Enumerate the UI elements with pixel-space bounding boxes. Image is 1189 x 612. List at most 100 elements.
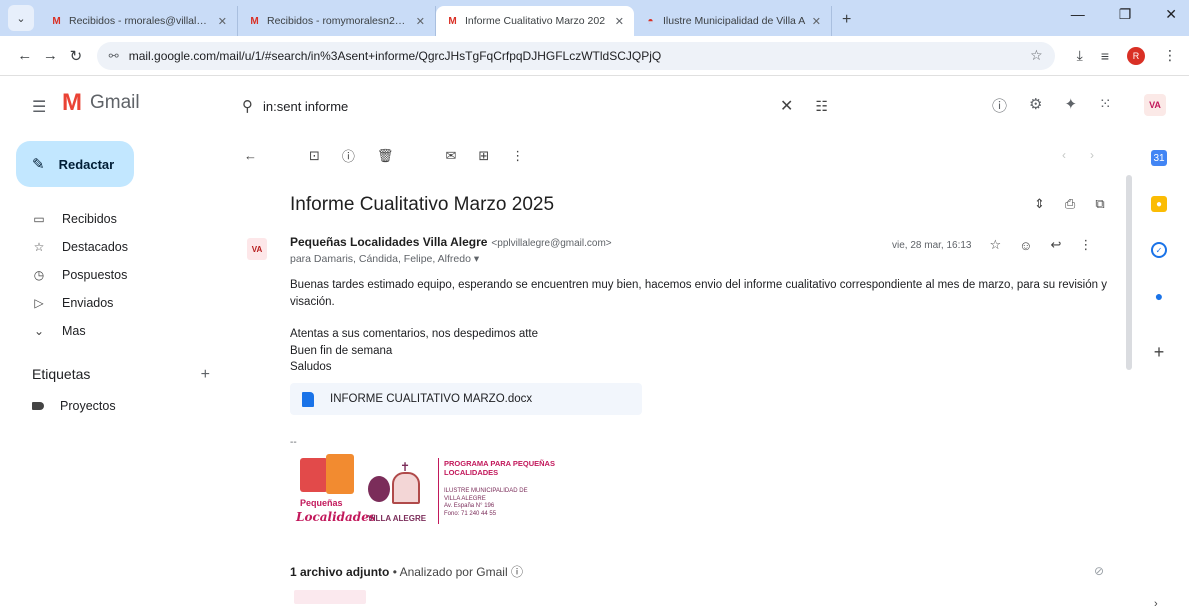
tab-title: Recibidos - rmorales@villalegre <box>69 15 212 27</box>
labels-heading: Etiquetas + <box>32 366 210 384</box>
star-icon[interactable]: ☆ <box>990 237 1002 253</box>
browser-tab[interactable]: ◓ Ilustre Municipalidad de Villa A ✕ <box>634 6 832 36</box>
main-menu-icon[interactable]: ☰ <box>32 97 46 117</box>
browser-tab-active[interactable]: M Informe Cualitativo Marzo 202 ✕ <box>436 6 634 36</box>
sidebar-item-starred[interactable]: ☆ Destacados <box>0 233 220 261</box>
collapse-icon[interactable]: ⇕ <box>1034 196 1045 212</box>
mark-unread-icon[interactable]: ✉ <box>445 148 456 164</box>
download-icon[interactable]: ⤓ <box>1077 47 1083 64</box>
url-text: mail.google.com/mail/u/1/#search/in%3Ase… <box>128 48 662 63</box>
site-icon: ◓ <box>647 15 654 27</box>
sidebar-item-label-proyectos[interactable]: Proyectos <box>32 399 116 413</box>
browser-tab[interactable]: M Recibidos - romymoralesn25@ ✕ <box>238 6 436 36</box>
subject-actions: ⇕ ⎙ ⧉ <box>1034 196 1105 212</box>
sender-name[interactable]: Pequeñas Localidades Villa Alegre <box>290 235 487 249</box>
body-paragraph: Buen fin de semana <box>290 344 393 357</box>
site-info-icon[interactable]: ⚯ <box>109 49 119 63</box>
more-actions-icon[interactable]: ⋮ <box>511 148 524 164</box>
cross-icon: ✝ <box>400 460 411 474</box>
label-name: Proyectos <box>60 399 116 413</box>
logo-text: Localidades <box>296 510 376 524</box>
back-to-list-icon[interactable]: ← <box>244 148 257 163</box>
maximize-icon[interactable]: ❐ <box>1119 6 1132 23</box>
account-avatar[interactable]: VA <box>1144 94 1166 116</box>
reload-icon[interactable]: ↻ <box>63 47 89 65</box>
bookmark-star-icon[interactable]: ☆ <box>1030 47 1043 64</box>
program-title-line: PROGRAMA PARA PEQUEÑAS <box>444 459 555 468</box>
media-icon[interactable]: ≡ <box>1101 48 1109 64</box>
attachments-count: 1 archivo adjunto <box>290 565 390 579</box>
close-window-icon[interactable]: ✕ <box>1165 6 1177 23</box>
apps-grid-icon[interactable]: ⁙ <box>1099 95 1112 116</box>
help-icon[interactable]: ⓘ <box>992 95 1007 116</box>
tab-search-button[interactable]: ⌄ <box>8 5 34 31</box>
browser-tab[interactable]: M Recibidos - rmorales@villalegre ✕ <box>40 6 238 36</box>
browser-menu-icon[interactable]: ⋮ <box>1163 47 1177 64</box>
expand-panel-icon[interactable]: › <box>1154 598 1158 610</box>
signature-separator: -- <box>290 437 297 448</box>
search-bar[interactable]: ⚲ in:sent informe ✕ ☷ <box>228 87 842 125</box>
profile-avatar[interactable]: R <box>1127 46 1146 65</box>
sidebar-item-label: Pospuestos <box>62 268 128 282</box>
message-toolbar: ← ⊡ ⓘ 🗑 ✉ ⊞ ⋮ <box>244 146 524 165</box>
forward-icon[interactable]: → <box>38 47 64 64</box>
add-addon-icon[interactable]: + <box>1151 342 1167 362</box>
compose-button[interactable]: ✎ Redactar <box>16 141 134 187</box>
logo-text: Pequeñas <box>300 498 343 508</box>
recipients-dropdown[interactable]: para Damaris, Cándida, Felipe, Alfredo ▾ <box>290 253 479 265</box>
close-icon[interactable]: ✕ <box>218 15 227 28</box>
more-options-icon[interactable]: ⋮ <box>1079 237 1092 253</box>
back-icon[interactable]: ← <box>12 47 38 64</box>
close-icon[interactable]: ✕ <box>615 15 624 28</box>
settings-gear-icon[interactable]: ⚙ <box>1029 95 1042 116</box>
next-icon[interactable]: › <box>1090 148 1094 162</box>
report-spam-icon[interactable]: ⓘ <box>342 146 355 165</box>
previous-icon[interactable]: ‹ <box>1062 148 1066 162</box>
tasks-icon[interactable]: ✓ <box>1151 242 1167 258</box>
attachment-thumbnail[interactable] <box>294 590 366 604</box>
gemini-sparkle-icon[interactable]: ✦ <box>1064 95 1077 116</box>
address-bar[interactable]: ⚯ mail.google.com/mail/u/1/#search/in%3A… <box>96 41 1055 70</box>
add-label-icon[interactable]: + <box>201 366 210 384</box>
minimize-icon[interactable]: — <box>1071 6 1085 23</box>
clock-icon: ◷ <box>33 268 45 282</box>
message-subject: Informe Cualitativo Marzo 2025 <box>290 194 555 215</box>
sidebar-item-snoozed[interactable]: ◷ Pospuestos <box>0 261 220 289</box>
pencil-icon: ✎ <box>32 156 45 173</box>
archive-icon[interactable]: ⊡ <box>309 148 320 164</box>
gmail-logo[interactable]: M Gmail <box>62 91 140 115</box>
scan-note[interactable]: • Analizado por Gmail ⓘ <box>393 565 523 579</box>
close-icon[interactable]: ✕ <box>416 15 425 28</box>
search-options-icon[interactable]: ☷ <box>815 98 828 115</box>
calendar-icon[interactable]: 31 <box>1151 150 1167 166</box>
sender-email: <pplvillalegre@gmail.com> <box>491 238 612 249</box>
tab-title: Recibidos - romymoralesn25@ <box>267 15 410 27</box>
print-icon[interactable]: ⎙ <box>1065 196 1075 212</box>
program-title-line: LOCALIDADES <box>444 468 499 477</box>
new-tab-button[interactable]: + <box>842 11 851 29</box>
contacts-icon[interactable]: ● <box>1151 288 1167 304</box>
pagination: ‹ › <box>1062 148 1094 162</box>
sidebar-item-inbox[interactable]: ▭ Recibidos <box>0 205 220 233</box>
gmail-icon: M <box>448 15 457 27</box>
delete-icon[interactable]: 🗑 <box>377 148 394 164</box>
open-new-window-icon[interactable]: ⧉ <box>1095 196 1104 212</box>
keep-icon[interactable]: ● <box>1151 196 1167 212</box>
sidebar-item-more[interactable]: ⌄ Mas <box>0 317 220 345</box>
search-input[interactable]: in:sent informe <box>263 99 780 114</box>
chevron-down-icon: ⌄ <box>33 324 45 338</box>
close-icon[interactable]: ✕ <box>812 15 821 28</box>
emoji-react-icon[interactable]: ☺ <box>1019 238 1032 253</box>
move-to-icon[interactable]: ⊞ <box>478 148 489 164</box>
labels-title: Etiquetas <box>32 366 91 382</box>
side-panel-rail: 31 ● ✓ ● + <box>1144 150 1174 390</box>
attachment-chip[interactable]: INFORME CUALITATIVO MARZO.docx <box>290 383 642 415</box>
sidebar-item-sent[interactable]: ▷ Enviados <box>0 289 220 317</box>
reply-icon[interactable]: ↩ <box>1050 237 1061 253</box>
add-to-drive-icon[interactable]: ⊘ <box>1094 564 1104 578</box>
villa-alegre-logo-text: VILLA ALEGRE <box>368 514 427 523</box>
scrollbar[interactable] <box>1126 175 1132 370</box>
search-icon[interactable]: ⚲ <box>242 97 253 115</box>
clear-search-icon[interactable]: ✕ <box>780 96 793 116</box>
sidebar-nav: ▭ Recibidos ☆ Destacados ◷ Pospuestos ▷ … <box>0 205 220 345</box>
